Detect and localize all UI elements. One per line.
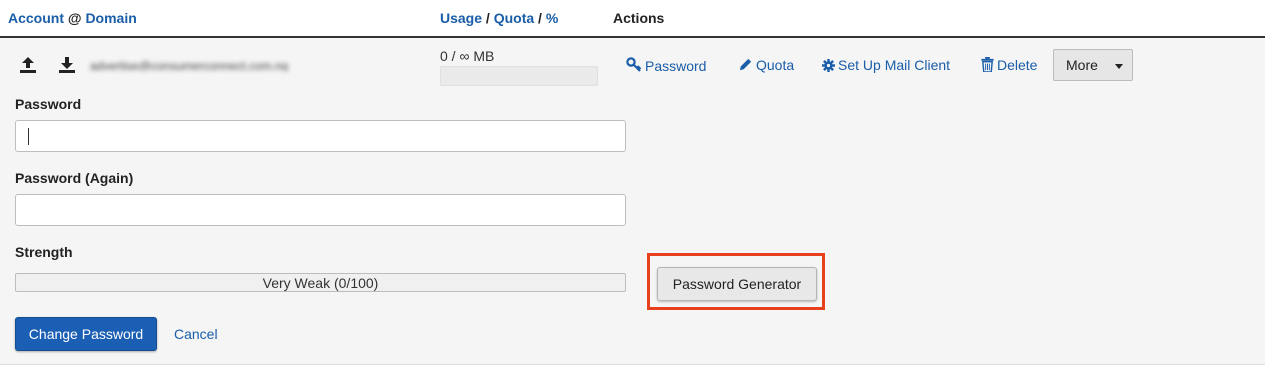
- strength-meter: Very Weak (0/100): [15, 273, 626, 292]
- pencil-icon: [739, 58, 752, 71]
- email-address: advertise@consumerconnect.com.ng: [90, 59, 289, 71]
- trash-icon: [981, 57, 994, 73]
- strength-label: Strength: [15, 244, 73, 260]
- sort-quota-link[interactable]: Quota: [494, 10, 534, 26]
- password-generator-button[interactable]: Password Generator: [657, 267, 817, 301]
- key-icon: [626, 57, 642, 72]
- text-cursor: [28, 128, 29, 145]
- strength-text: Very Weak (0/100): [262, 275, 379, 291]
- actions-header: Actions: [613, 10, 665, 26]
- gear-icon: [822, 59, 835, 72]
- password-again-input[interactable]: [15, 194, 626, 226]
- usage-quota-header: Usage / Quota / %: [440, 10, 558, 26]
- password-again-label: Password (Again): [15, 170, 134, 186]
- quota-action-link[interactable]: Quota: [738, 57, 794, 73]
- slash-separator: /: [485, 10, 490, 26]
- password-label: Password: [15, 96, 82, 112]
- caret-down-icon: [1115, 64, 1123, 69]
- sort-domain-link[interactable]: Domain: [85, 10, 136, 26]
- account-domain-header: Account @ Domain: [8, 10, 137, 26]
- slash-separator: /: [538, 10, 542, 26]
- change-password-button[interactable]: Change Password: [15, 317, 157, 351]
- table-header: Account @ Domain Usage / Quota / % Actio…: [0, 0, 1265, 38]
- quota-action-label: Quota: [756, 57, 795, 73]
- password-input[interactable]: [15, 120, 626, 152]
- sort-account-link[interactable]: Account: [8, 10, 64, 26]
- at-separator: @: [67, 10, 82, 26]
- cancel-link[interactable]: Cancel: [174, 326, 218, 342]
- upload-icon[interactable]: [18, 55, 38, 75]
- sort-percent-link[interactable]: %: [546, 10, 558, 26]
- download-icon[interactable]: [57, 55, 77, 75]
- email-account-row: advertise@consumerconnect.com.ng 0 / ∞ M…: [0, 38, 1265, 365]
- usage-text: 0 / ∞ MB: [440, 48, 495, 64]
- setup-mail-client-label: Set Up Mail Client: [838, 57, 951, 73]
- more-button-label: More: [1066, 57, 1098, 73]
- password-action-label: Password: [645, 58, 707, 74]
- sort-usage-link[interactable]: Usage: [440, 10, 482, 26]
- delete-action-link[interactable]: Delete: [981, 57, 1037, 73]
- usage-progress-bar: [440, 66, 598, 86]
- more-dropdown-button[interactable]: More: [1053, 49, 1133, 81]
- delete-action-label: Delete: [997, 57, 1038, 73]
- password-action-link[interactable]: Password: [626, 57, 706, 74]
- setup-mail-client-link[interactable]: Set Up Mail Client: [822, 57, 950, 73]
